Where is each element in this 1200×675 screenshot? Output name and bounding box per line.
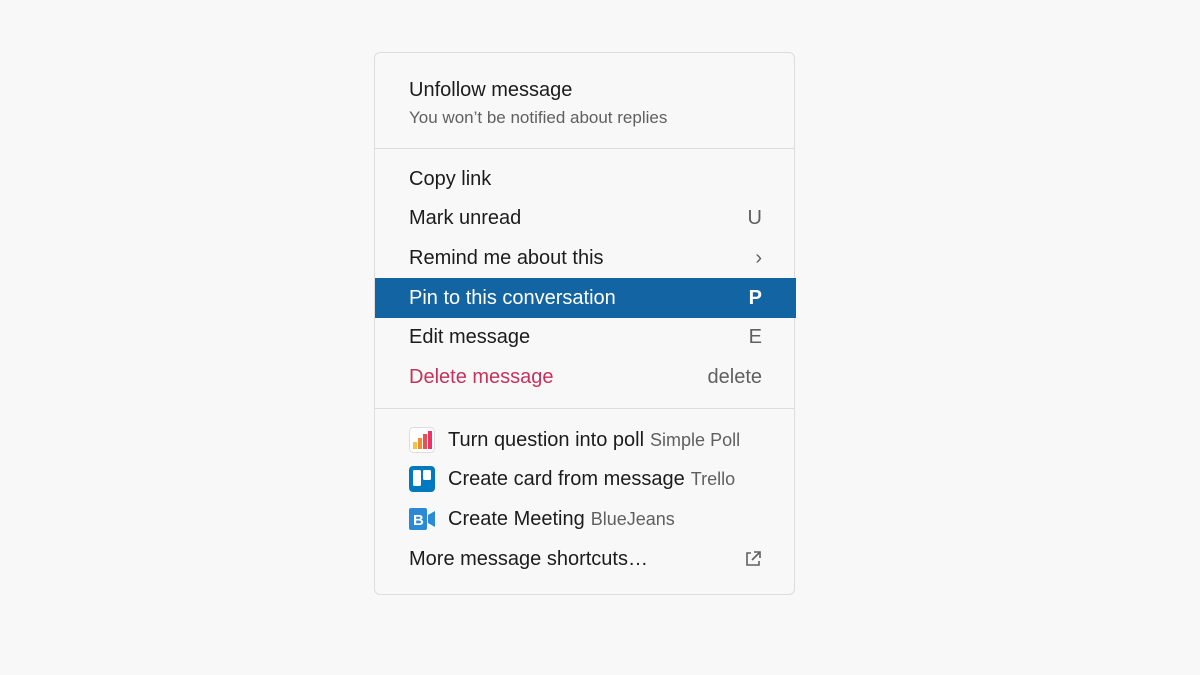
menu-divider <box>375 148 794 149</box>
remind-me-label: Remind me about this <box>409 246 604 269</box>
more-message-shortcuts-item[interactable]: More message shortcuts… <box>375 539 796 579</box>
simple-poll-app-name: Simple Poll <box>650 429 741 450</box>
trello-icon <box>409 466 435 492</box>
create-card-from-message-item[interactable]: Create card from message Trello <box>375 459 796 499</box>
delete-message-label: Delete message <box>409 365 554 388</box>
remind-me-item[interactable]: Remind me about this › <box>375 238 796 278</box>
bluejeans-app-name: BlueJeans <box>590 508 675 529</box>
message-actions-menu: Unfollow message You won’t be notified a… <box>374 52 796 595</box>
svg-text:B: B <box>413 512 424 529</box>
mark-unread-shortcut: U <box>747 206 762 229</box>
unfollow-message-item[interactable]: Unfollow message You won’t be notified a… <box>375 71 796 135</box>
delete-message-item[interactable]: Delete message delete <box>375 357 796 397</box>
edit-message-item[interactable]: Edit message E <box>375 317 796 357</box>
turn-question-into-poll-label: Turn question into poll <box>448 428 645 451</box>
pin-to-conversation-item[interactable]: Pin to this conversation P <box>375 278 796 318</box>
edit-shortcut: E <box>748 325 762 348</box>
simple-poll-icon <box>409 427 435 453</box>
turn-question-into-poll-item[interactable]: Turn question into poll Simple Poll <box>375 420 796 460</box>
copy-link-item[interactable]: Copy link <box>375 159 796 199</box>
delete-shortcut: delete <box>707 365 763 388</box>
menu-divider <box>375 408 794 409</box>
more-message-shortcuts-label: More message shortcuts… <box>409 547 648 570</box>
copy-link-label: Copy link <box>409 167 492 190</box>
external-link-icon <box>746 551 761 566</box>
mark-unread-item[interactable]: Mark unread U <box>375 198 796 238</box>
mark-unread-label: Mark unread <box>409 206 522 229</box>
pin-shortcut: P <box>748 286 762 309</box>
unfollow-message-label: Unfollow message <box>409 78 573 101</box>
pin-to-conversation-label: Pin to this conversation <box>409 286 616 309</box>
unfollow-message-sublabel: You won’t be notified about replies <box>409 107 668 127</box>
trello-app-name: Trello <box>690 468 736 489</box>
create-meeting-item[interactable]: B Create Meeting BlueJeans <box>375 499 796 539</box>
create-card-label: Create card from message <box>448 467 685 490</box>
create-meeting-label: Create Meeting <box>448 507 585 530</box>
bluejeans-icon: B <box>409 508 435 530</box>
edit-message-label: Edit message <box>409 325 531 348</box>
chevron-right-icon: › <box>755 246 762 269</box>
